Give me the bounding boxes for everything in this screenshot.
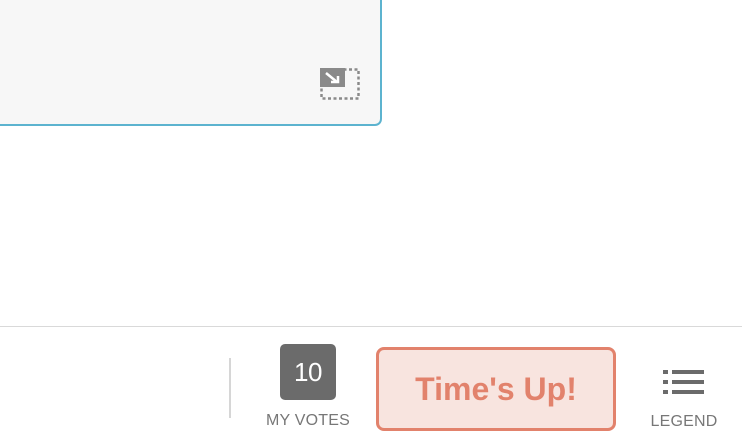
legend-button[interactable]: LEGEND bbox=[644, 359, 724, 439]
page: 10 MY VOTES Time's Up! LEGEND bbox=[0, 0, 742, 446]
legend-label: LEGEND bbox=[650, 413, 718, 430]
my-votes[interactable]: 10 MY VOTES bbox=[262, 344, 354, 444]
times-up-button[interactable]: Time's Up! bbox=[376, 347, 616, 431]
votes-count-badge: 10 bbox=[280, 344, 336, 400]
expand-icon bbox=[320, 68, 360, 100]
expand-button[interactable] bbox=[320, 68, 360, 100]
list-icon bbox=[663, 370, 704, 394]
bottom-toolbar: 10 MY VOTES Time's Up! LEGEND bbox=[0, 326, 742, 446]
note-card[interactable] bbox=[0, 0, 382, 126]
my-votes-label: MY VOTES bbox=[266, 412, 350, 429]
toolbar-divider bbox=[229, 358, 231, 418]
